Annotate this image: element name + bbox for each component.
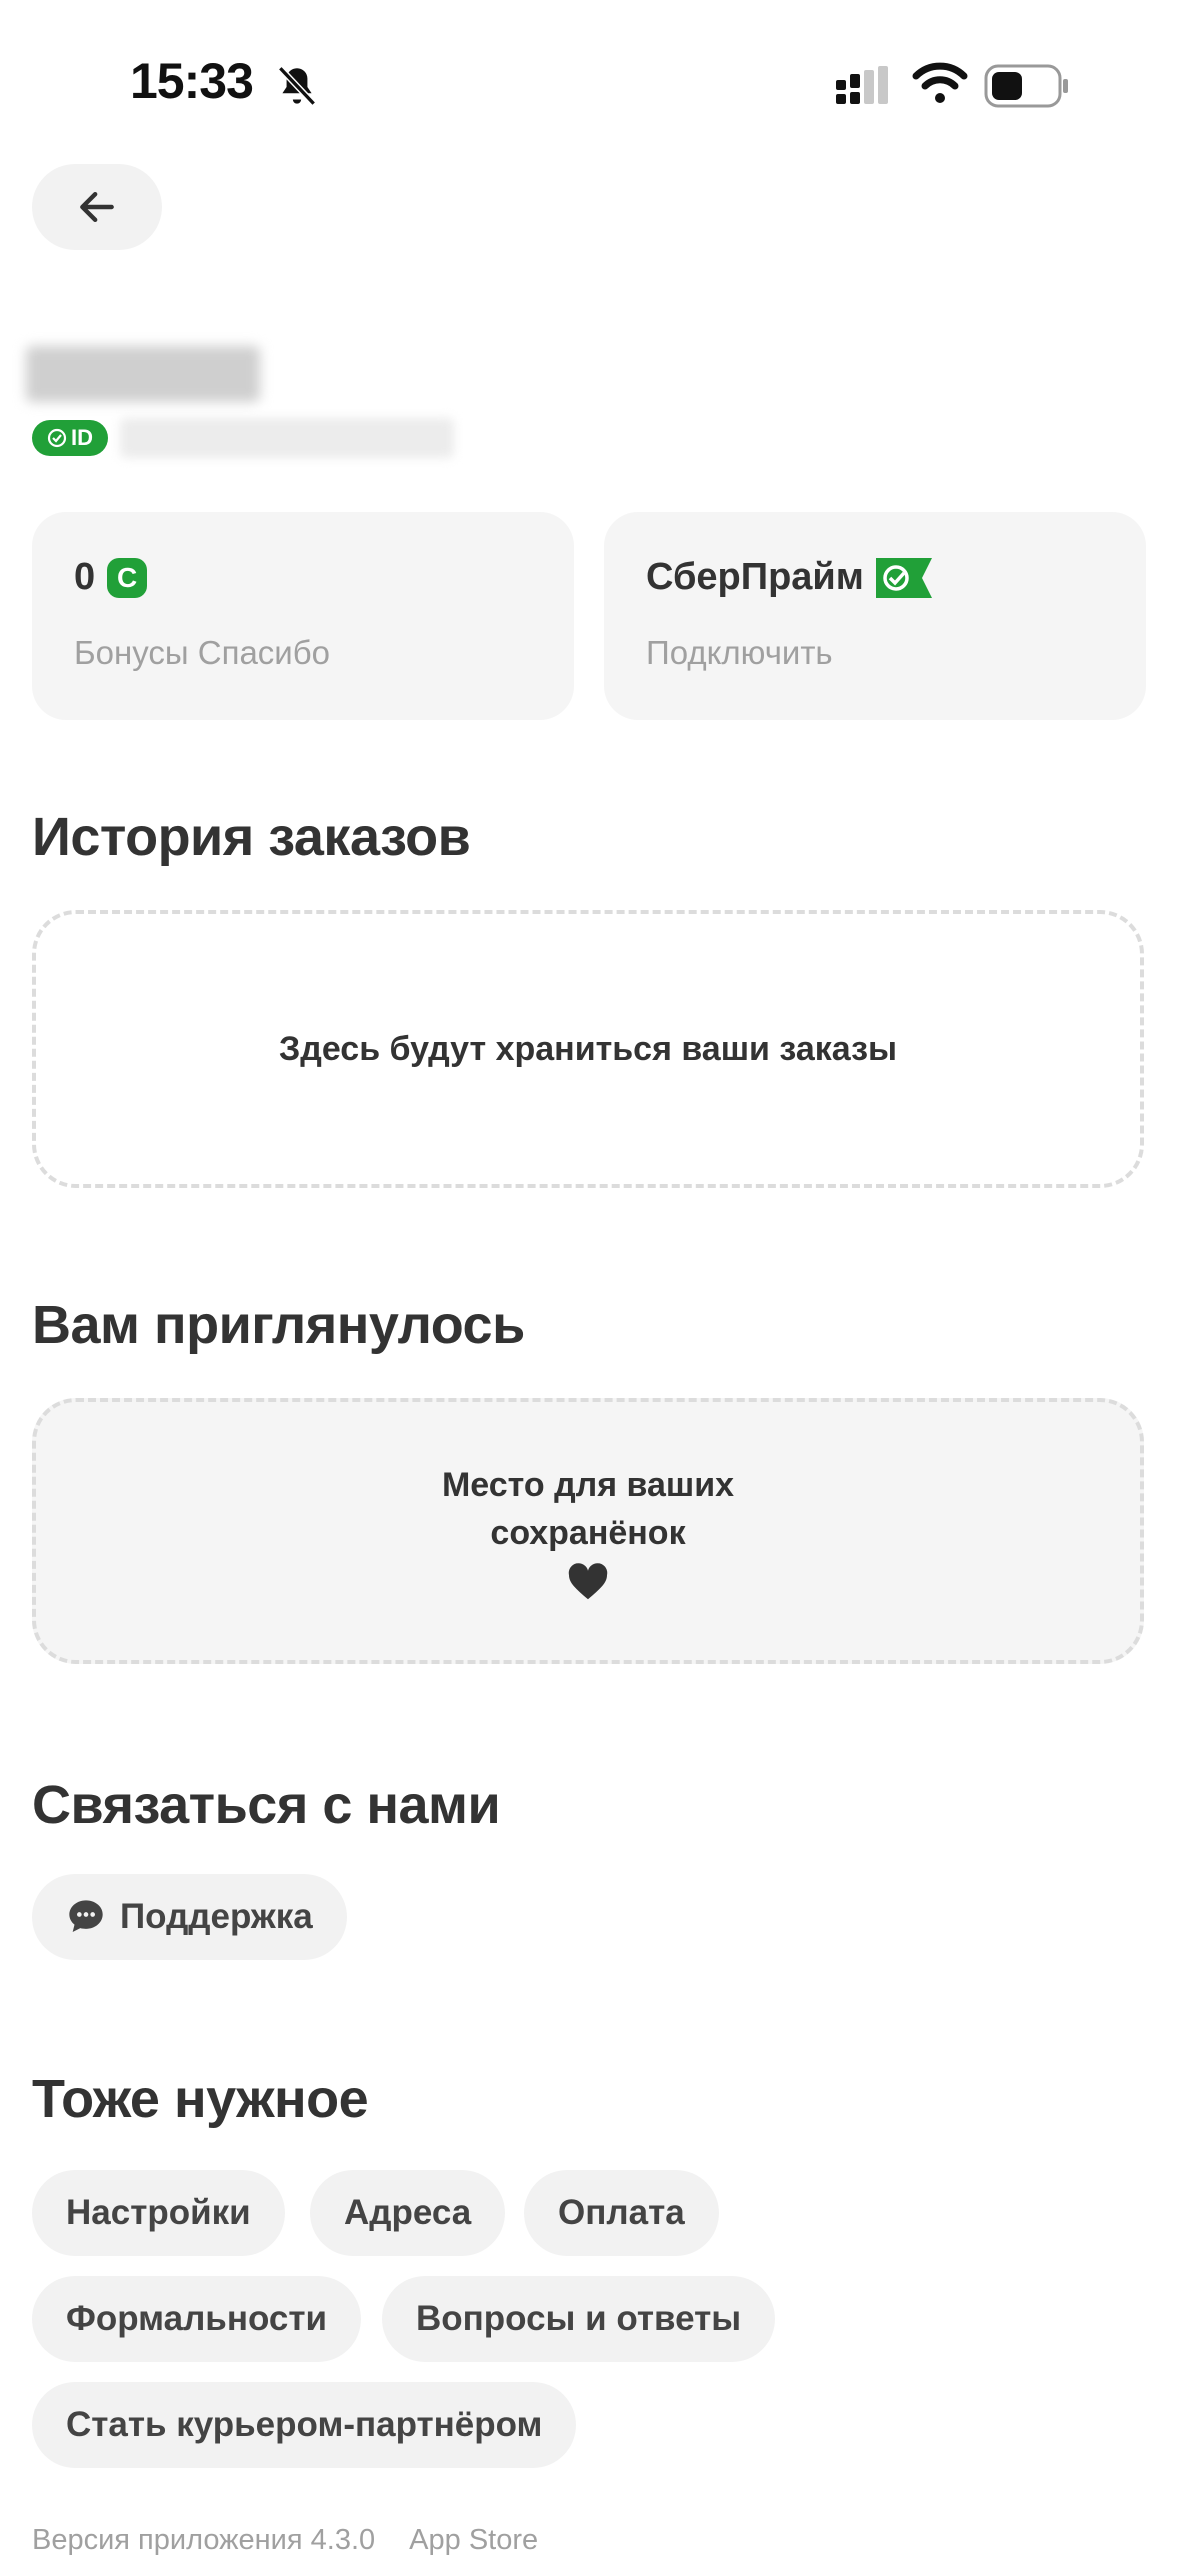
- sberprime-title: СберПрайм: [646, 556, 864, 598]
- status-time: 15:33: [130, 53, 254, 109]
- favorites-empty-state: Место для ваших сохранёнок: [32, 1398, 1144, 1664]
- sber-id-badge: ID: [32, 420, 108, 456]
- chat-bubble-icon: [69, 1900, 103, 1932]
- other-section-title: Тоже нужное: [32, 2069, 369, 2129]
- contact-section-title: Связаться с нами: [32, 1775, 501, 1835]
- app-version-footer: Версия приложения 4.3.0 App Store: [32, 2524, 538, 2557]
- bonus-spasibo-card[interactable]: 0 С Бонусы Спасибо: [32, 512, 574, 720]
- app-version: Версия приложения 4.3.0: [32, 2524, 376, 2556]
- id-badge-label: ID: [71, 425, 93, 450]
- support-label: Поддержка: [120, 1897, 313, 1936]
- bonus-value: 0: [74, 556, 96, 598]
- profile-id-redacted: [120, 418, 454, 458]
- bonus-label: Бонусы Спасибо: [74, 634, 330, 671]
- check-circle-icon: [47, 428, 67, 448]
- support-button[interactable]: Поддержка: [32, 1874, 347, 1960]
- profile-name-redacted: [26, 346, 260, 402]
- arrow-left-icon: [80, 191, 114, 223]
- back-button[interactable]: [32, 164, 162, 250]
- cellular-signal-icon: [836, 66, 888, 104]
- addresses-link[interactable]: Адреса: [310, 2170, 506, 2256]
- favorites-section-title: Вам приглянулось: [32, 1295, 525, 1355]
- payment-link[interactable]: Оплата: [524, 2170, 719, 2256]
- settings-link[interactable]: Настройки: [32, 2170, 285, 2256]
- sberprime-card[interactable]: СберПрайм Подключить: [604, 512, 1146, 720]
- heart-icon: [568, 1563, 608, 1600]
- bell-muted-icon: [278, 66, 316, 106]
- wifi-icon: [912, 62, 968, 103]
- legal-link[interactable]: Формальности: [32, 2276, 361, 2362]
- app-store-label: App Store: [409, 2524, 539, 2556]
- faq-link[interactable]: Вопросы и ответы: [382, 2276, 776, 2362]
- sberprime-flag-icon: [875, 557, 932, 598]
- orders-section-title: История заказов: [32, 807, 471, 867]
- battery-icon: [984, 64, 1068, 108]
- favorites-empty-line2: сохранёнок: [490, 1514, 686, 1552]
- orders-empty-state: Здесь будут храниться ваши заказы: [32, 910, 1144, 1188]
- spasibo-currency-icon: С: [107, 557, 148, 598]
- favorites-empty-line1: Место для ваших: [441, 1466, 735, 1504]
- orders-empty-text: Здесь будут храниться ваши заказы: [278, 1030, 898, 1068]
- become-courier-link[interactable]: Стать курьером-партнёром: [32, 2382, 577, 2468]
- sberprime-action: Подключить: [646, 634, 833, 671]
